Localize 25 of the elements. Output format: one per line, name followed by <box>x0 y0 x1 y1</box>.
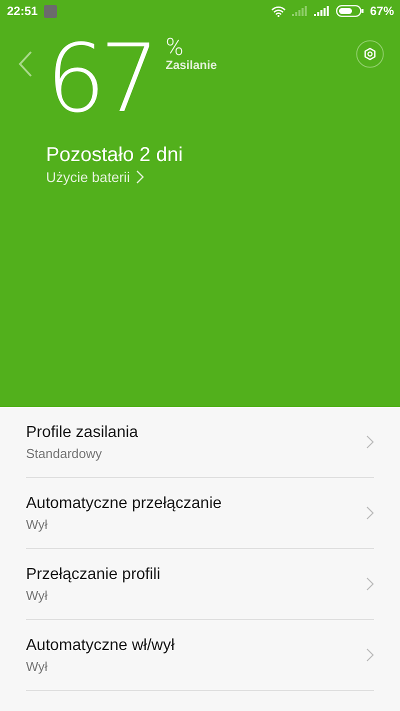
setting-value: Wył <box>26 658 49 674</box>
setting-title[interactable]: Profile zasilania <box>26 424 366 442</box>
status-time: 22:51 <box>7 4 38 18</box>
chevron-icon <box>366 577 374 591</box>
battery-icon <box>336 5 364 17</box>
signal-icon <box>314 6 330 16</box>
setting-title[interactable]: Automatyczne wł/wył <box>26 636 366 654</box>
setting-value: Wył <box>26 588 49 602</box>
power-mode-label: Zasilanie <box>166 58 217 72</box>
setting-title[interactable]: Przełączanie profili <box>26 566 366 584</box>
percent-sign: % <box>166 36 184 58</box>
chevron-icon <box>136 170 144 184</box>
remaining-time: Pozostało 2 dni <box>46 144 184 167</box>
setting-value: Wył <box>26 516 49 532</box>
chevron-icon <box>366 648 374 662</box>
battery-percent: 67% <box>370 4 394 18</box>
chevron-icon <box>366 435 374 449</box>
battery-percentage-value: 67 <box>46 38 154 122</box>
setting-value: Standardowy <box>26 446 103 460</box>
signal-icon <box>292 6 308 16</box>
chevron-icon <box>366 506 374 520</box>
wifi-icon <box>270 6 286 16</box>
setting-title[interactable]: Automatyczne przełączanie <box>26 494 366 512</box>
notification-icon <box>44 4 57 18</box>
settings-icon[interactable] <box>356 40 384 68</box>
